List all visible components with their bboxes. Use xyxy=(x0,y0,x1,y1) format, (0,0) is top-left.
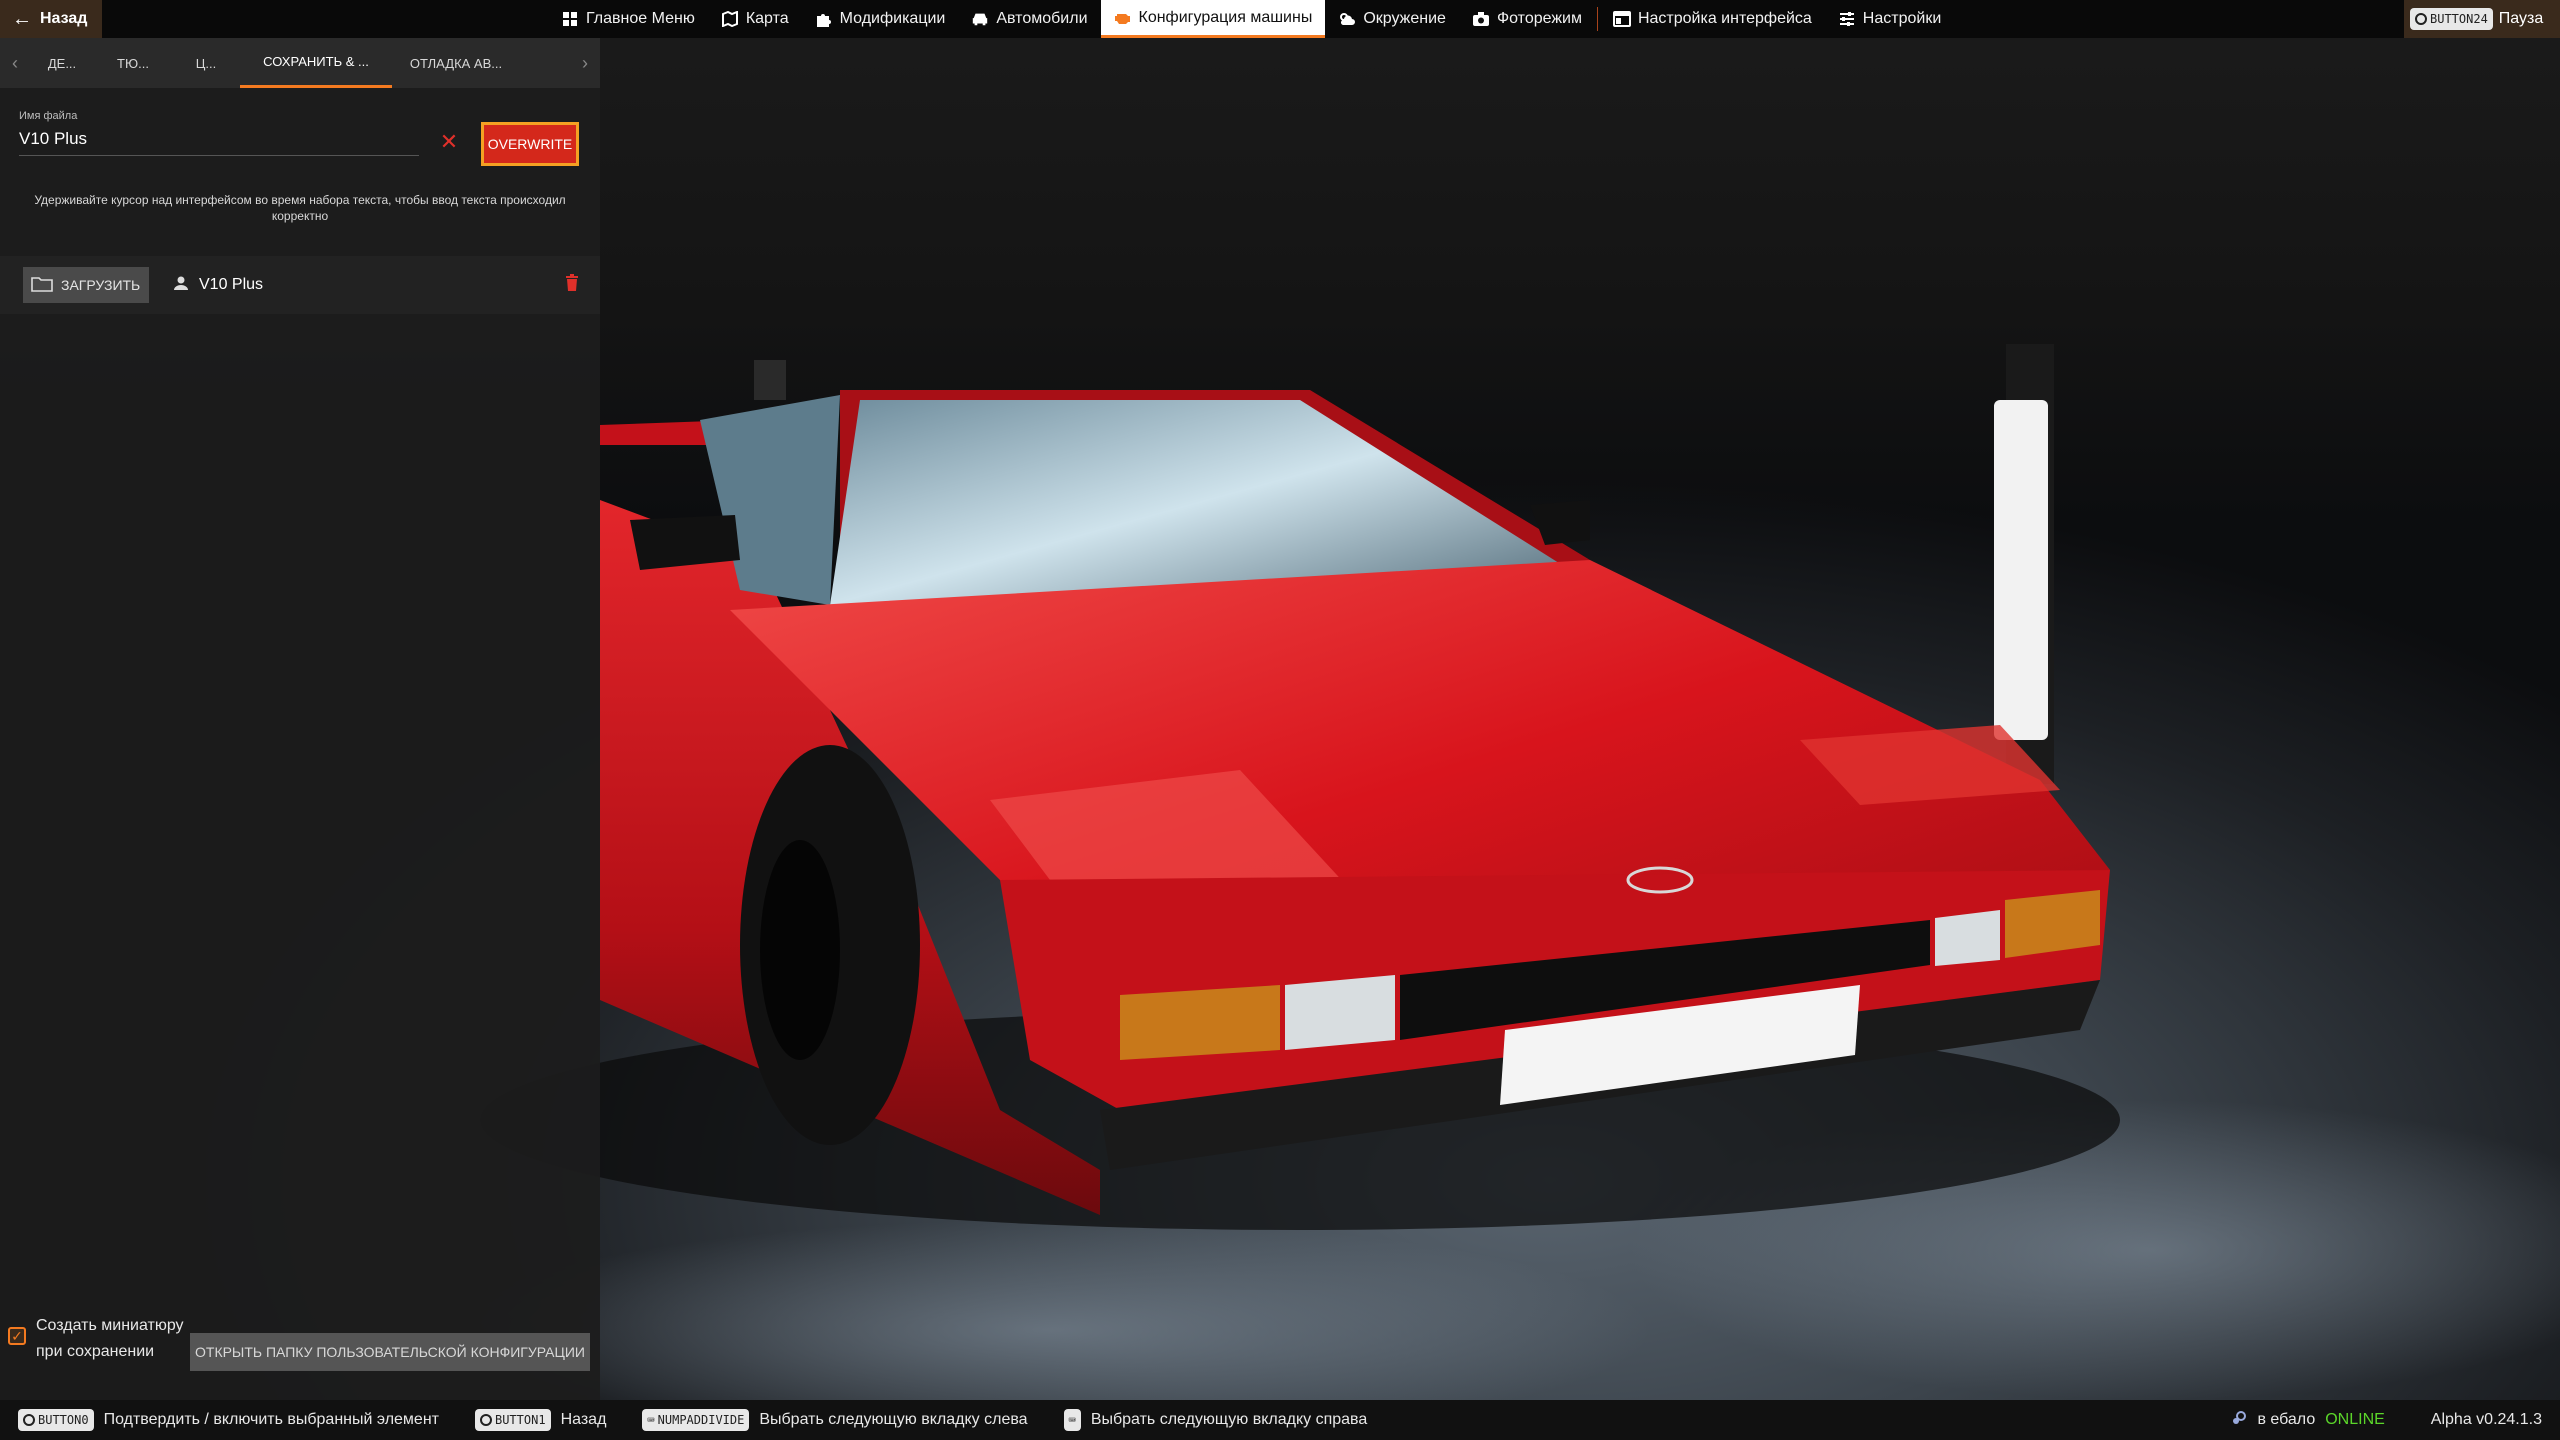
tab-photomode[interactable]: Фоторежим xyxy=(1459,0,1595,38)
keyboard-icon: ⌨ xyxy=(1068,1413,1076,1427)
pause-key-label: BUTTON24 xyxy=(2430,12,2488,26)
username: в ебало xyxy=(2257,1411,2316,1428)
thumbnail-checkbox[interactable]: ✓ xyxy=(8,1327,26,1345)
file-name-label: Имя файла xyxy=(19,110,78,122)
hint-tab-left: ⌨ NUMPADDIVIDE Выбрать следующую вкладку… xyxy=(642,1409,1028,1431)
chevron-left-icon[interactable]: ‹ xyxy=(0,38,30,88)
hint-tab-right: ⌨ Выбрать следующую вкладку справа xyxy=(1063,1409,1368,1431)
tab-label: Настройки xyxy=(1862,10,1942,27)
tab-label: Настройка интерфейса xyxy=(1637,10,1812,27)
thumbnail-label: Создать миниатюру при сохранении xyxy=(36,1317,184,1360)
subtab-color[interactable]: Ц... xyxy=(172,38,240,88)
pause-keycap: BUTTON24 xyxy=(2410,8,2493,30)
tab-label: Главное Меню xyxy=(586,10,695,27)
arrow-left-icon: ← xyxy=(12,8,32,30)
nav-divider xyxy=(1596,7,1598,31)
trash-icon xyxy=(565,273,579,297)
chevron-right-icon[interactable]: › xyxy=(570,38,600,88)
overwrite-button[interactable]: OVERWRITE xyxy=(481,122,579,166)
hint-confirm: BUTTON0 Подтвердить / включить выбранный… xyxy=(18,1409,439,1431)
hint-label: Подтвердить / включить выбранный элемент xyxy=(103,1411,439,1428)
hint-back: BUTTON1 Назад xyxy=(474,1409,607,1431)
keycap: ⌨ NUMPADDIVIDE xyxy=(642,1409,750,1431)
engine-icon xyxy=(1114,9,1132,27)
tab-map[interactable]: Карта xyxy=(708,0,802,38)
load-button[interactable]: ЗАГРУЗИТЬ xyxy=(23,267,149,303)
config-entry: V10 Plus xyxy=(173,275,263,296)
button-icon xyxy=(23,1414,35,1426)
sliders-icon xyxy=(1838,10,1856,28)
subtab-debug[interactable]: ОТЛАДКА АВ... xyxy=(392,38,520,88)
checkmark-icon: ✓ xyxy=(11,1327,23,1344)
tab-environment[interactable]: Окружение xyxy=(1325,0,1459,38)
keyboard-icon: ⌨ xyxy=(647,1413,655,1427)
tab-label: Конфигурация машины xyxy=(1138,8,1313,26)
map-icon xyxy=(721,10,739,28)
keycap: BUTTON0 xyxy=(18,1409,94,1431)
tab-label: Карта xyxy=(745,10,789,27)
key-label: BUTTON1 xyxy=(494,1413,546,1427)
close-icon: ✕ xyxy=(439,129,459,154)
online-badge: ONLINE xyxy=(2325,1411,2385,1428)
tab-label: Автомобили xyxy=(996,10,1088,27)
load-label: ЗАГРУЗИТЬ xyxy=(61,277,141,293)
tab-settings[interactable]: Настройки xyxy=(1825,0,1954,38)
layout-icon xyxy=(1612,10,1631,28)
subtab-tuning[interactable]: ТЮ... xyxy=(94,38,172,88)
thumbnail-option: ✓ Создать миниатюру при сохранении xyxy=(8,1313,186,1365)
home-icon xyxy=(561,10,579,28)
online-status: в ебало ONLINE Alpha v0.24.1.3 xyxy=(2231,1400,2560,1440)
tab-label: Фоторежим xyxy=(1496,10,1582,27)
file-name-input[interactable] xyxy=(19,122,419,156)
car-icon xyxy=(971,10,989,28)
hint-label: Выбрать следующую вкладку слева xyxy=(759,1411,1028,1428)
key-label: NUMPADDIVIDE xyxy=(657,1413,745,1427)
tab-ui-settings[interactable]: Настройка интерфейса xyxy=(1600,0,1825,38)
pause-button[interactable]: BUTTON24 Пауза xyxy=(2404,0,2560,38)
clear-input-button[interactable]: ✕ xyxy=(437,129,461,154)
tab-vehicles[interactable]: Автомобили xyxy=(958,0,1100,38)
back-label: Назад xyxy=(40,10,88,27)
delete-button[interactable] xyxy=(562,273,582,297)
config-name-text: V10 Plus xyxy=(199,276,264,293)
hint-label: Выбрать следующую вкладку справа xyxy=(1090,1411,1368,1428)
tab-label: Модификации xyxy=(839,10,946,27)
subtab-parts[interactable]: ДЕ... xyxy=(30,38,94,88)
version-label: Alpha v0.24.1.3 xyxy=(2430,1411,2542,1428)
hint-label: Назад xyxy=(560,1411,607,1428)
folder-icon xyxy=(31,276,53,295)
tab-label: Окружение xyxy=(1363,10,1446,27)
bottom-hint-bar: BUTTON0 Подтвердить / включить выбранный… xyxy=(0,1400,2560,1440)
tab-vehicle-config[interactable]: Конфигурация машины xyxy=(1100,0,1326,38)
camera-icon xyxy=(1472,10,1490,28)
pause-label: Пауза xyxy=(2498,10,2544,27)
vehicle-config-panel: ‹ ДЕ... ТЮ... Ц... СОХРАНИТЬ & ... ОТЛАД… xyxy=(0,38,600,1400)
weather-icon xyxy=(1338,10,1356,28)
tab-main-menu[interactable]: Главное Меню xyxy=(548,0,708,38)
button-icon xyxy=(2415,13,2427,25)
key-label: BUTTON0 xyxy=(38,1413,89,1427)
user-icon xyxy=(173,275,189,296)
back-button[interactable]: ← Назад xyxy=(0,0,102,38)
puzzle-icon xyxy=(815,10,833,28)
open-config-folder-button[interactable]: ОТКРЫТЬ ПАПКУ ПОЛЬЗОВАТЕЛЬСКОЙ КОНФИГУРА… xyxy=(190,1333,590,1371)
panel-subtabs: ‹ ДЕ... ТЮ... Ц... СОХРАНИТЬ & ... ОТЛАД… xyxy=(0,38,600,88)
keycap: BUTTON1 xyxy=(474,1409,551,1431)
input-hint: Удерживайте курсор над интерфейсом во вр… xyxy=(34,193,566,223)
tab-mods[interactable]: Модификации xyxy=(802,0,959,38)
steam-icon xyxy=(2231,1410,2247,1431)
config-list-item[interactable]: ЗАГРУЗИТЬ V10 Plus xyxy=(0,256,600,314)
keycap: ⌨ xyxy=(1063,1409,1081,1431)
subtab-save-load[interactable]: СОХРАНИТЬ & ... xyxy=(240,38,392,88)
top-navigation-bar: ← Назад Главное Меню Карта Модификации А… xyxy=(0,0,2560,38)
button-icon xyxy=(479,1414,492,1426)
main-nav-tabs: Главное Меню Карта Модификации Автомобил… xyxy=(548,0,1954,38)
